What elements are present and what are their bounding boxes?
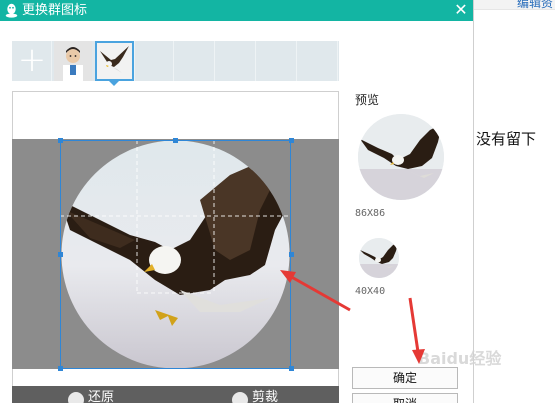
screen: 编辑资 没有留下 更换群图标 ✕ + 还原 剪裁 预览 86X86 40X40 … xyxy=(0,0,555,403)
preview-large-image xyxy=(358,114,444,200)
empty-slot xyxy=(257,41,297,81)
title-bar: 更换群图标 ✕ xyxy=(0,0,473,21)
crop-selection-box[interactable] xyxy=(60,140,291,369)
selected-thumbnail-indicator xyxy=(109,81,119,86)
crop-handle-bottom-right[interactable] xyxy=(289,366,294,371)
undo-icon[interactable] xyxy=(68,392,84,403)
edit-profile-link[interactable]: 编辑资 xyxy=(517,0,553,11)
preview-small-size: 40X40 xyxy=(355,286,386,297)
empty-slot xyxy=(298,41,338,81)
preview-large xyxy=(358,114,444,200)
close-icon[interactable]: ✕ xyxy=(452,1,470,19)
background-page xyxy=(474,0,555,403)
confirm-button[interactable]: 确定 xyxy=(352,367,458,389)
crop-handle-top-right[interactable] xyxy=(289,138,294,143)
restore-button[interactable]: 还原 xyxy=(88,389,114,403)
eagle-thumbnail-image xyxy=(97,43,132,79)
dialog-title: 更换群图标 xyxy=(22,3,88,18)
crop-handle-right[interactable] xyxy=(289,252,294,257)
empty-slot xyxy=(216,41,256,81)
history-thumbnail-eagle-selected[interactable] xyxy=(95,41,134,81)
crop-toolbar: 还原 剪裁 xyxy=(12,386,339,403)
person-avatar-image xyxy=(54,41,92,81)
penguin-logo-icon xyxy=(5,3,18,18)
preview-large-size: 86X86 xyxy=(355,208,386,219)
background-text: 没有留下 xyxy=(476,130,537,148)
cancel-button[interactable]: 取消 xyxy=(352,393,458,403)
strip-slot-divider xyxy=(12,41,52,81)
crop-handle-left[interactable] xyxy=(58,252,63,257)
crop-handle-top-left[interactable] xyxy=(58,138,63,143)
change-group-icon-dialog: 更换群图标 ✕ + 还原 剪裁 预览 86X86 40X40 确定 xyxy=(0,0,474,403)
history-thumbnail-person[interactable] xyxy=(54,41,92,81)
check-icon[interactable] xyxy=(232,392,248,403)
preview-small xyxy=(359,238,399,278)
empty-slot xyxy=(175,41,215,81)
empty-slot xyxy=(134,41,174,81)
preview-small-image xyxy=(359,238,399,278)
crop-handle-bottom-left[interactable] xyxy=(58,366,63,371)
icon-history-strip: + xyxy=(12,41,339,81)
crop-button[interactable]: 剪裁 xyxy=(252,389,278,403)
crop-handle-top[interactable] xyxy=(173,138,178,143)
preview-label: 预览 xyxy=(355,93,380,107)
